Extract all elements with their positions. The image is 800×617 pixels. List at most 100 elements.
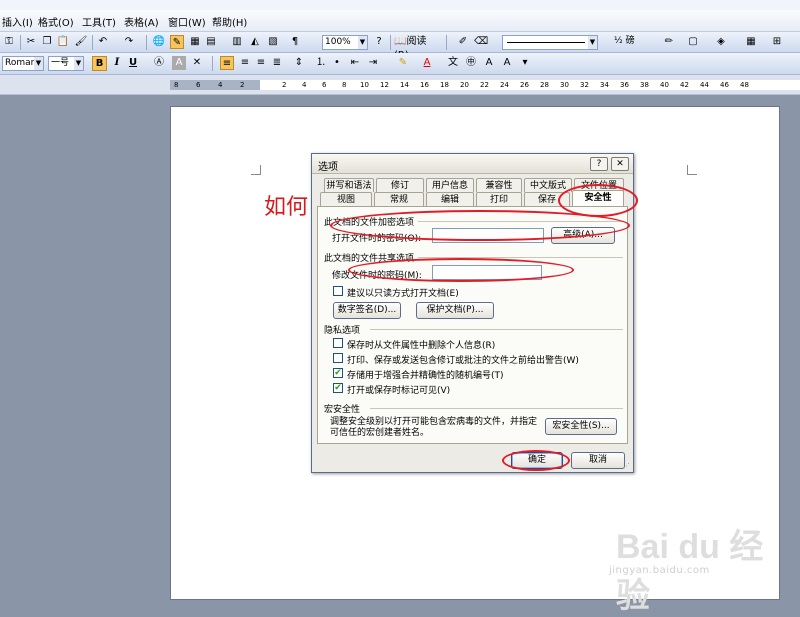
align-center-icon[interactable]: ≡ (238, 56, 252, 70)
enclose-char-icon[interactable]: ㊥ (464, 56, 478, 70)
ruler-tick: 12 (380, 81, 389, 89)
bullets-icon[interactable]: • (330, 56, 344, 70)
tab-general[interactable]: 常规 (374, 192, 424, 206)
standard-toolbar: ⚿ ✂ ❐ 📋 🖌 ↶ ↷ 🌐 ✎ ▦ ▤ ▥ ◭ ▧ ¶ 100% ▼ ? 📖阅… (0, 32, 800, 61)
cut-icon[interactable]: ✂ (24, 35, 38, 49)
menu-format[interactable]: 格式(O) (38, 14, 74, 29)
cancel-button[interactable]: 取消 (571, 452, 625, 469)
italic-button[interactable]: I (110, 56, 124, 70)
privacy-checkbox-4[interactable]: ✔ (333, 383, 343, 393)
ruler-tick: 8 (342, 81, 347, 89)
font-size-select[interactable]: 一号 ▼ (48, 56, 84, 71)
annotation-circle-ok-button (502, 450, 570, 471)
hyperlink-icon[interactable]: 🌐 (152, 35, 166, 49)
draw-table-icon[interactable]: ✐ (456, 35, 470, 49)
line-spacing-icon[interactable]: ⇕ (292, 56, 306, 70)
show-hide-icon[interactable]: ¶ (288, 35, 302, 49)
close-button[interactable]: ✕ (611, 157, 629, 171)
bold-button[interactable]: B (92, 56, 107, 71)
columns-icon[interactable]: ▥ (230, 35, 244, 49)
help-icon[interactable]: ? (372, 35, 386, 49)
permission-icon[interactable]: ⚿ (2, 35, 16, 49)
macro-description: 调整安全级别以打开可能包含宏病毒的文件，并指定可信任的宏创建者姓名。 (330, 417, 538, 438)
line-weight-select[interactable]: ½ 磅 (612, 35, 656, 50)
privacy-checkbox-1[interactable] (333, 338, 343, 348)
privacy-option-3-label[interactable]: 存储用于增强合并精确性的随机编号(T) (347, 368, 504, 381)
char-shading-icon[interactable]: A (172, 56, 186, 70)
resize-grip-icon[interactable]: ⋰ (623, 462, 632, 471)
document-map-icon[interactable]: ▧ (266, 35, 280, 49)
tables-borders-icon[interactable]: ✎ (170, 35, 184, 49)
drawing-icon[interactable]: ◭ (248, 35, 262, 49)
tab-compatibility[interactable]: 兼容性 (476, 178, 522, 192)
help-button[interactable]: ? (590, 157, 608, 171)
tab-view[interactable]: 视图 (320, 192, 372, 206)
line-style-select[interactable]: ▼ (502, 35, 598, 50)
insert-table-icon[interactable]: ▦ (188, 35, 202, 49)
section-macro-heading: 宏安全性 (324, 405, 361, 415)
justify-icon[interactable]: ≣ (270, 56, 284, 70)
macro-security-button[interactable]: 宏安全性(S)... (545, 418, 617, 435)
font-name-select[interactable]: Roman ▼ (2, 56, 44, 71)
highlight-icon[interactable]: ✎ (396, 56, 410, 70)
title-bar-strip (0, 0, 800, 10)
char-border-icon[interactable]: Ⓐ (152, 56, 166, 70)
document-title-text[interactable]: 如何 (264, 189, 308, 221)
privacy-option-4-label[interactable]: 打开或保存时标记可见(V) (347, 383, 450, 396)
toolbar-separator (20, 35, 21, 50)
decrease-indent-icon[interactable]: ⇤ (348, 56, 362, 70)
privacy-option-1-label[interactable]: 保存时从文件属性中删除个人信息(R) (347, 338, 495, 351)
toolbar-separator (390, 35, 391, 50)
font-color-icon[interactable]: A (420, 56, 434, 70)
horizontal-ruler[interactable]: 8 6 4 2 2 4 6 8 10 12 14 16 18 20 22 24 … (0, 75, 800, 95)
protect-document-button[interactable]: 保护文档(P)... (416, 302, 494, 319)
insert-excel-icon[interactable]: ▤ (204, 35, 218, 49)
privacy-checkbox-2[interactable] (333, 353, 343, 363)
margin-corner-mark (687, 165, 697, 175)
dialog-title-bar[interactable]: 选项 ? ✕ (312, 154, 633, 174)
tab-track-changes[interactable]: 修订 (376, 178, 424, 192)
ruler-tick: 4 (218, 81, 223, 89)
read-button[interactable]: 📖阅读(R) (394, 35, 436, 61)
merge-cells-icon[interactable]: ⊞ (770, 35, 784, 49)
border-icon[interactable]: ▢ (686, 35, 700, 49)
paste-icon[interactable]: 📋 (56, 35, 70, 49)
readonly-recommend-checkbox[interactable] (333, 286, 343, 296)
tab-print[interactable]: 打印 (476, 192, 522, 206)
readonly-recommend-label[interactable]: 建议以只读方式打开文档(E) (347, 286, 459, 299)
tab-spelling-grammar[interactable]: 拼写和语法 (324, 178, 374, 192)
formatting-toolbar: Roman ▼ 一号 ▼ B I U Ⓐ A ✕ ≡ ≡ ≡ ≣ ⇕ ⒈ • ⇤ ⇥… (0, 53, 800, 75)
format-painter-icon[interactable]: 🖌 (74, 35, 88, 49)
shrink-font-icon[interactable]: A (500, 56, 514, 70)
digital-signature-button[interactable]: 数字签名(D)... (333, 302, 401, 319)
zoom-select[interactable]: 100% ▼ (322, 35, 368, 50)
copy-icon[interactable]: ❐ (40, 35, 54, 49)
phonetic-guide-icon[interactable]: 文 (446, 56, 460, 70)
char-scale-icon[interactable]: ✕ (190, 56, 204, 70)
border-color-icon[interactable]: ✏ (662, 35, 676, 49)
redo-icon[interactable]: ↷ (122, 35, 136, 49)
grow-font-icon[interactable]: A (482, 56, 496, 70)
shading-color-icon[interactable]: ◈ (714, 35, 728, 49)
align-left-icon[interactable]: ≡ (220, 56, 234, 70)
numbering-icon[interactable]: ⒈ (314, 56, 328, 70)
menu-window[interactable]: 窗口(W) (168, 14, 206, 29)
menu-insert[interactable]: 插入(I) (2, 14, 33, 29)
underline-button[interactable]: U (126, 56, 140, 70)
toolbar-options-icon[interactable]: ▾ (518, 56, 532, 70)
privacy-option-2-label[interactable]: 打印、保存或发送包含修订或批注的文件之前给出警告(W) (347, 353, 579, 366)
tab-user-info[interactable]: 用户信息 (426, 178, 474, 192)
tab-edit[interactable]: 编辑 (426, 192, 474, 206)
toolbar-separator (446, 35, 447, 50)
undo-icon[interactable]: ↶ (96, 35, 110, 49)
menu-tools[interactable]: 工具(T) (82, 14, 116, 29)
menu-help[interactable]: 帮助(H) (212, 14, 247, 29)
align-right-icon[interactable]: ≡ (254, 56, 268, 70)
insert-table-2-icon[interactable]: ▦ (744, 35, 758, 49)
menu-table[interactable]: 表格(A) (124, 14, 159, 29)
ruler-margin (170, 80, 260, 90)
privacy-checkbox-3[interactable]: ✔ (333, 368, 343, 378)
increase-indent-icon[interactable]: ⇥ (366, 56, 380, 70)
ruler-tick: 44 (700, 81, 709, 89)
eraser-icon[interactable]: ⌫ (474, 35, 488, 49)
